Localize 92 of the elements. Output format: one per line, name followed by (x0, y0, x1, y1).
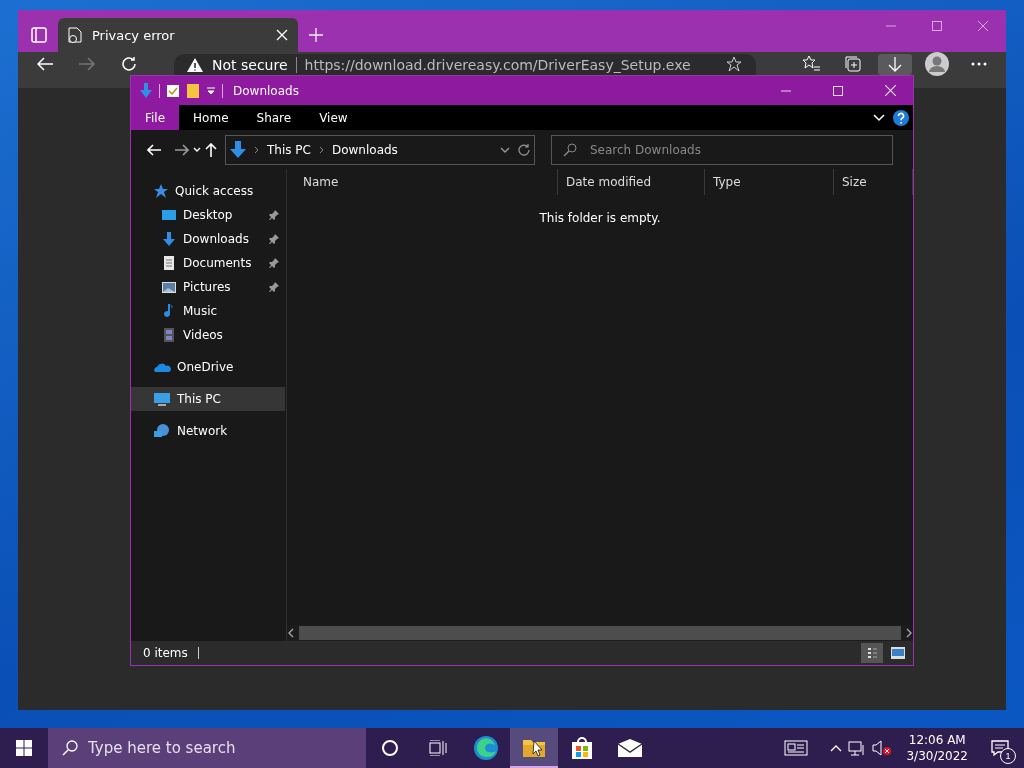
windows-logo-icon (16, 740, 32, 756)
breadcrumb-item[interactable]: Downloads (331, 142, 398, 157)
nav-item[interactable]: Videos (131, 323, 285, 347)
expand-ribbon-icon[interactable] (873, 113, 885, 122)
circle-icon (381, 739, 399, 757)
nav-item[interactable]: OneDrive (131, 355, 285, 379)
clock[interactable]: 12:06 AM 3/30/2022 (898, 732, 976, 764)
notification-button[interactable]: 1 (982, 728, 1018, 768)
shopping-bag-icon[interactable] (570, 736, 594, 760)
recent-dropdown-icon[interactable] (193, 146, 201, 153)
network-icon (153, 423, 171, 439)
favorite-add-icon[interactable] (726, 55, 744, 74)
notification-badge: 1 (1000, 748, 1016, 764)
network-icon[interactable] (848, 740, 867, 756)
star-icon (153, 183, 169, 199)
close-icon[interactable] (276, 29, 288, 41)
download-icon (230, 140, 246, 159)
details-view-icon (867, 647, 877, 659)
column-header[interactable]: Type (705, 169, 834, 195)
chevron-up-icon[interactable] (830, 744, 843, 752)
address-bar[interactable]: Not secure https://download.drivereasy.com/DriverEasy_Setup.exe (174, 54, 756, 75)
nav-item[interactable]: Desktop (131, 203, 285, 227)
task-view-icon (429, 740, 447, 756)
volume-muted-icon[interactable] (872, 740, 893, 756)
empty-folder-message: This folder is empty. (539, 211, 661, 225)
new-tab-icon[interactable] (308, 27, 324, 43)
film-icon (161, 327, 177, 343)
scrollbar-thumb[interactable] (299, 626, 901, 640)
chevron-right-icon (318, 145, 324, 154)
mail-icon[interactable] (617, 738, 643, 758)
collections-icon (844, 55, 862, 73)
ribbon-tab[interactable]: View (305, 105, 362, 130)
edge-icon[interactable] (473, 735, 499, 761)
downloads-button[interactable] (878, 54, 912, 75)
breadcrumb-item[interactable]: This PC (267, 142, 311, 157)
nav-item[interactable]: Music (131, 299, 285, 323)
download-icon (161, 231, 177, 247)
ribbon-tab[interactable]: Share (242, 105, 306, 130)
maximize-icon (833, 85, 843, 96)
column-header[interactable]: Name (295, 169, 558, 195)
back-arrow-icon (147, 143, 161, 156)
maximize-icon (932, 21, 942, 31)
browser-tab[interactable]: Privacy error (58, 18, 298, 52)
nav-item[interactable]: Network (131, 419, 285, 443)
properties-icon[interactable] (166, 83, 180, 98)
search-icon (62, 740, 78, 756)
column-header[interactable]: Size (834, 169, 913, 195)
document-icon (161, 255, 177, 271)
ribbon-tab[interactable]: File (131, 105, 180, 130)
warning-icon (186, 56, 204, 73)
scroll-left-icon[interactable] (287, 628, 295, 638)
picture-view-icon (891, 647, 905, 659)
nav-item[interactable]: This PC (131, 387, 285, 411)
back-arrow-icon (37, 57, 53, 71)
download-arrow-icon (888, 56, 902, 73)
column-header[interactable]: Date modified (558, 169, 705, 195)
forward-arrow-icon[interactable] (175, 143, 189, 156)
url-text: https://download.drivereasy.com/DriverEasy_Setup.exe (304, 56, 692, 73)
nav-item[interactable]: Pictures (131, 275, 285, 299)
search-icon (563, 142, 577, 157)
star-list-icon (802, 55, 820, 73)
close-icon (884, 85, 896, 96)
pictures-icon (161, 279, 177, 295)
item-count: 0 items (143, 646, 188, 660)
close-icon (978, 21, 988, 31)
forward-arrow-icon (79, 57, 95, 71)
computer-icon (153, 391, 171, 407)
window-title: Downloads (233, 83, 299, 98)
chevron-right-icon (254, 145, 259, 154)
download-icon (139, 82, 153, 99)
taskbar-search-field[interactable]: Type here to search (48, 728, 366, 768)
address-bar[interactable]: This PC Downloads (225, 134, 535, 165)
avatar-icon (925, 52, 949, 76)
more-icon (971, 62, 987, 66)
scroll-right-icon[interactable] (905, 628, 913, 638)
refresh-icon (121, 56, 137, 72)
nav-item[interactable]: Downloads (131, 227, 285, 251)
ribbon-tab[interactable]: Home (179, 105, 243, 130)
nav-item[interactable]: Quick access (131, 179, 285, 203)
tab-actions-icon[interactable] (30, 26, 48, 44)
desktop-icon (161, 207, 177, 223)
news-icon[interactable] (784, 740, 809, 756)
search-field[interactable]: Search Downloads (551, 134, 893, 165)
dropdown-icon[interactable] (206, 85, 216, 96)
nav-item[interactable]: Documents (131, 251, 285, 275)
refresh-icon[interactable] (518, 143, 530, 156)
history-dropdown-icon[interactable] (500, 146, 510, 153)
security-label: Not secure (212, 56, 288, 73)
up-arrow-icon[interactable] (205, 142, 217, 157)
details-view-button[interactable] (861, 643, 883, 663)
page-warning-icon (68, 27, 82, 43)
help-icon[interactable] (893, 109, 909, 126)
